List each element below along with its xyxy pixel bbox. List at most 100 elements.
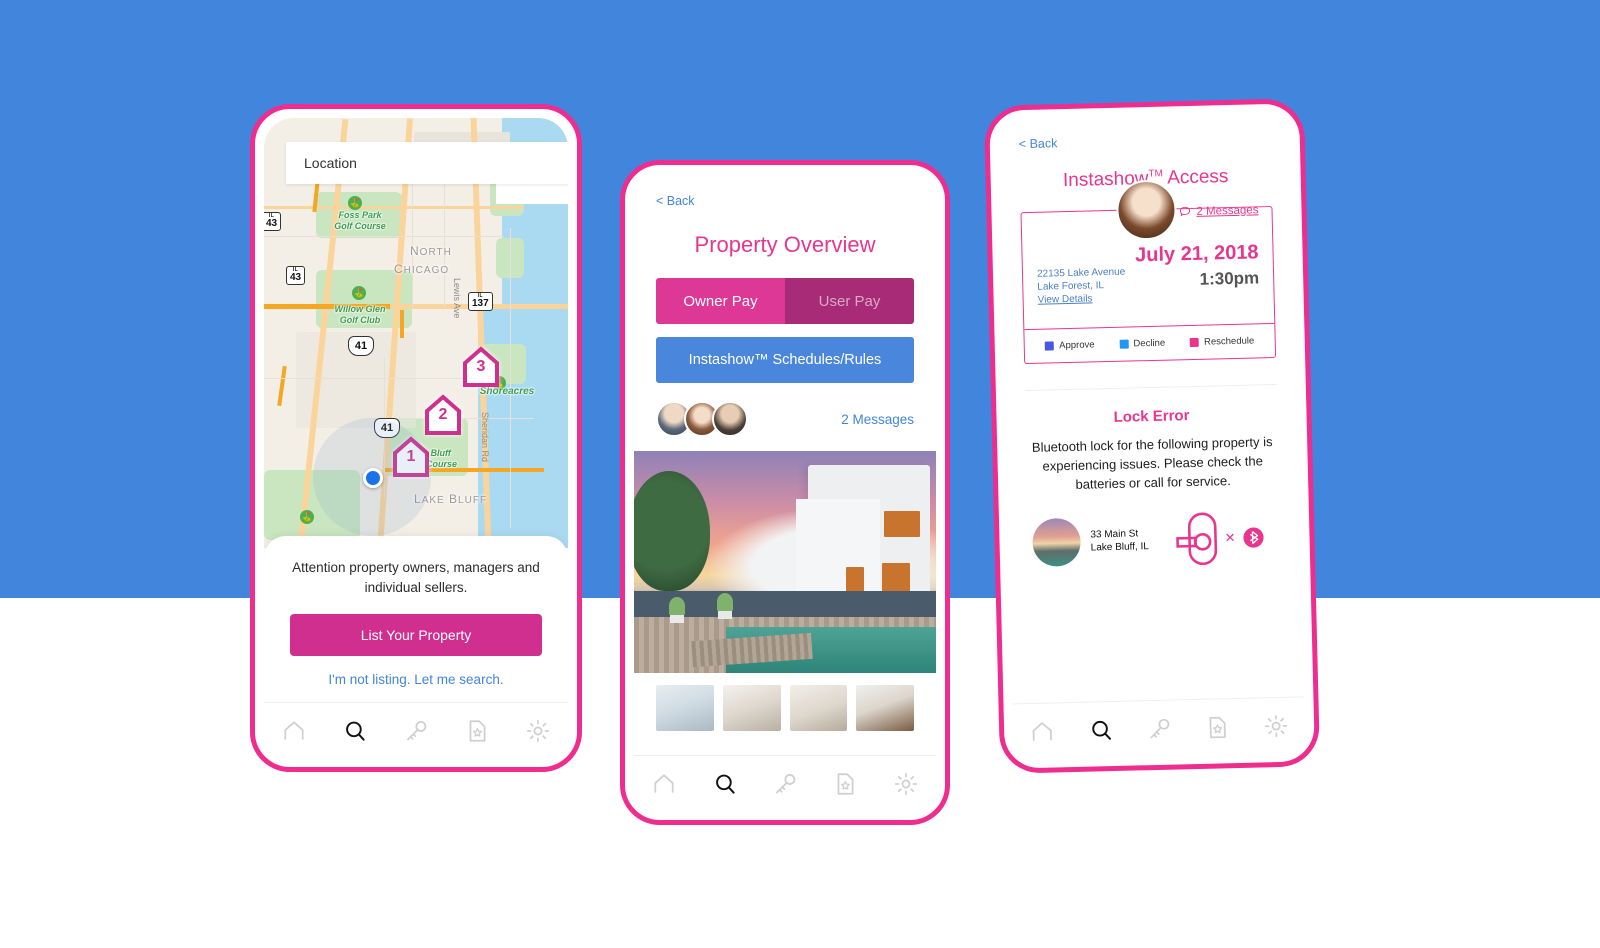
phone3-body: < Back InstashowTM Access 2 Messages Jul…	[998, 113, 1301, 572]
gear-icon[interactable]	[1263, 712, 1290, 739]
avatar[interactable]	[1115, 179, 1178, 241]
bottom-navigation	[634, 755, 936, 811]
property-address-line-1: 33 Main St	[1090, 528, 1139, 541]
bottom-navigation	[1012, 696, 1306, 760]
property-hero-image[interactable]	[634, 451, 936, 673]
user-location-dot	[363, 468, 383, 488]
lock-error-body: Bluetooth lock for the following propert…	[1031, 434, 1273, 492]
map-pin-label: 3	[476, 358, 486, 375]
key-icon[interactable]	[772, 771, 798, 797]
lock-error-title: Lock Error	[1113, 407, 1190, 426]
legend-approve[interactable]: Approve	[1045, 339, 1095, 351]
document-star-icon[interactable]	[464, 718, 490, 744]
decline-swatch	[1119, 339, 1129, 349]
phone2-header: < Back Property Overview Owner Pay User …	[634, 174, 936, 437]
back-link[interactable]: < Back	[656, 194, 695, 208]
listing-cta-sheet: Attention property owners, managers and …	[264, 536, 568, 702]
map-street	[412, 178, 413, 308]
section-divider	[1024, 383, 1277, 392]
not-listing-search-link: I'm not listing. Let me search.	[328, 672, 504, 687]
route-shield-il43: IL 43	[286, 266, 306, 285]
property-address: 33 Main St Lake Bluff, IL	[1090, 527, 1149, 554]
map-town-chicago: CHICAGO	[394, 262, 450, 276]
map-road	[264, 206, 524, 209]
phone3-screen: < Back InstashowTM Access 2 Messages Jul…	[998, 112, 1306, 760]
search-icon[interactable]	[342, 718, 368, 744]
thumbnail[interactable]	[789, 685, 848, 731]
hero-plant	[669, 597, 685, 615]
document-star-icon[interactable]	[1204, 714, 1231, 741]
hero-window	[884, 511, 920, 537]
avatar[interactable]	[712, 401, 748, 437]
phone2-screen: < Back Property Overview Owner Pay User …	[634, 174, 936, 811]
route-shield-il43: IL 43	[264, 212, 282, 231]
lock-error-property-row: 33 Main St Lake Bluff, IL ✕	[1028, 509, 1281, 571]
avatar-group	[656, 401, 748, 437]
participants-row: 2 Messages	[656, 401, 914, 437]
map-pin-3[interactable]: 3	[462, 346, 500, 388]
bluetooth-icon	[1243, 527, 1264, 548]
route-shield-il137: IL137	[468, 292, 493, 311]
home-icon[interactable]	[1029, 718, 1056, 745]
segment-owner-pay[interactable]: Owner Pay	[656, 278, 785, 324]
address-line-2: Lake Forest, IL	[1037, 280, 1105, 293]
page-title: Property Overview	[694, 232, 876, 257]
reschedule-swatch	[1189, 337, 1200, 348]
map-road-highlight	[277, 365, 287, 407]
address-line-1: 22135 Lake Avenue	[1036, 266, 1126, 280]
phone-property-overview: < Back Property Overview Owner Pay User …	[620, 160, 950, 825]
legend-label: Reschedule	[1203, 335, 1255, 348]
back-link[interactable]: < Back	[1019, 136, 1058, 151]
document-star-icon[interactable]	[832, 771, 858, 797]
bottom-navigation	[264, 702, 568, 758]
thumbnail[interactable]	[722, 685, 781, 731]
thumbnail[interactable]	[656, 685, 714, 731]
phone-map-search: ⛳ ⛳ ⛳ ⛳ Foss ParkGolf Course Willow Glen…	[250, 104, 582, 772]
property-thumbnail[interactable]	[1031, 517, 1082, 567]
x-icon: ✕	[1224, 529, 1236, 546]
lock-status-icons: ✕	[1175, 509, 1281, 568]
legend-label: Decline	[1133, 337, 1166, 350]
instashow-schedules-rules-button[interactable]: Instashow™ Schedules/Rules	[656, 337, 914, 383]
door-lock-icon	[1176, 512, 1218, 566]
search-input[interactable]: Location	[286, 142, 568, 184]
map-town-north: NORTH	[410, 244, 452, 258]
gear-icon[interactable]	[525, 718, 551, 744]
map-pin-2[interactable]: 2	[424, 394, 462, 436]
map-street-lewis-ave: Lewis Ave	[452, 278, 462, 319]
route-shield-us41: 41	[348, 336, 374, 356]
map-label-foss-park: Foss Park Golf Course	[334, 210, 386, 231]
map-canvas[interactable]: ⛳ ⛳ ⛳ ⛳ Foss ParkGolf Course Willow Glen…	[264, 118, 568, 548]
legend-decline[interactable]: Decline	[1119, 338, 1165, 350]
list-your-property-button[interactable]: List Your Property	[290, 614, 542, 656]
segment-user-pay[interactable]: User Pay	[785, 278, 914, 324]
phone1-screen: ⛳ ⛳ ⛳ ⛳ Foss ParkGolf Course Willow Glen…	[264, 118, 568, 758]
map-street	[264, 236, 504, 237]
action-legend: Approve Decline Reschedule	[1024, 322, 1276, 364]
legend-reschedule[interactable]: Reschedule	[1189, 335, 1255, 348]
thumbnail[interactable]	[856, 685, 914, 731]
golf-icon: ⛳	[352, 286, 366, 300]
appointment-card: July 21, 2018 1:30pm 22135 Lake Avenue L…	[1020, 179, 1277, 365]
pay-mode-segmented-control[interactable]: Owner Pay User Pay	[656, 278, 914, 324]
trademark-symbol: TM	[1148, 168, 1163, 180]
map-label-willow-glen: Willow Glen Golf Club	[334, 304, 386, 325]
map-pin-label: 2	[438, 406, 448, 423]
page-title-rest: Access	[1162, 166, 1229, 189]
home-icon[interactable]	[651, 771, 677, 797]
golf-icon: ⛳	[348, 196, 362, 210]
map-street-sheridan-rd: Sheridan Rd	[480, 412, 490, 463]
approve-swatch	[1045, 341, 1055, 351]
thumbnail-strip	[634, 673, 936, 731]
key-icon[interactable]	[1146, 715, 1173, 742]
hero-plant	[717, 593, 733, 611]
key-icon[interactable]	[403, 718, 429, 744]
search-input-value: Location	[304, 155, 357, 171]
gear-icon[interactable]	[893, 771, 919, 797]
phone-instashow-access: < Back InstashowTM Access 2 Messages Jul…	[983, 98, 1321, 774]
search-icon[interactable]	[1087, 717, 1114, 744]
home-icon[interactable]	[281, 718, 307, 744]
hero-tree	[634, 471, 710, 591]
search-icon[interactable]	[712, 771, 738, 797]
messages-link[interactable]: 2 Messages	[841, 412, 914, 427]
